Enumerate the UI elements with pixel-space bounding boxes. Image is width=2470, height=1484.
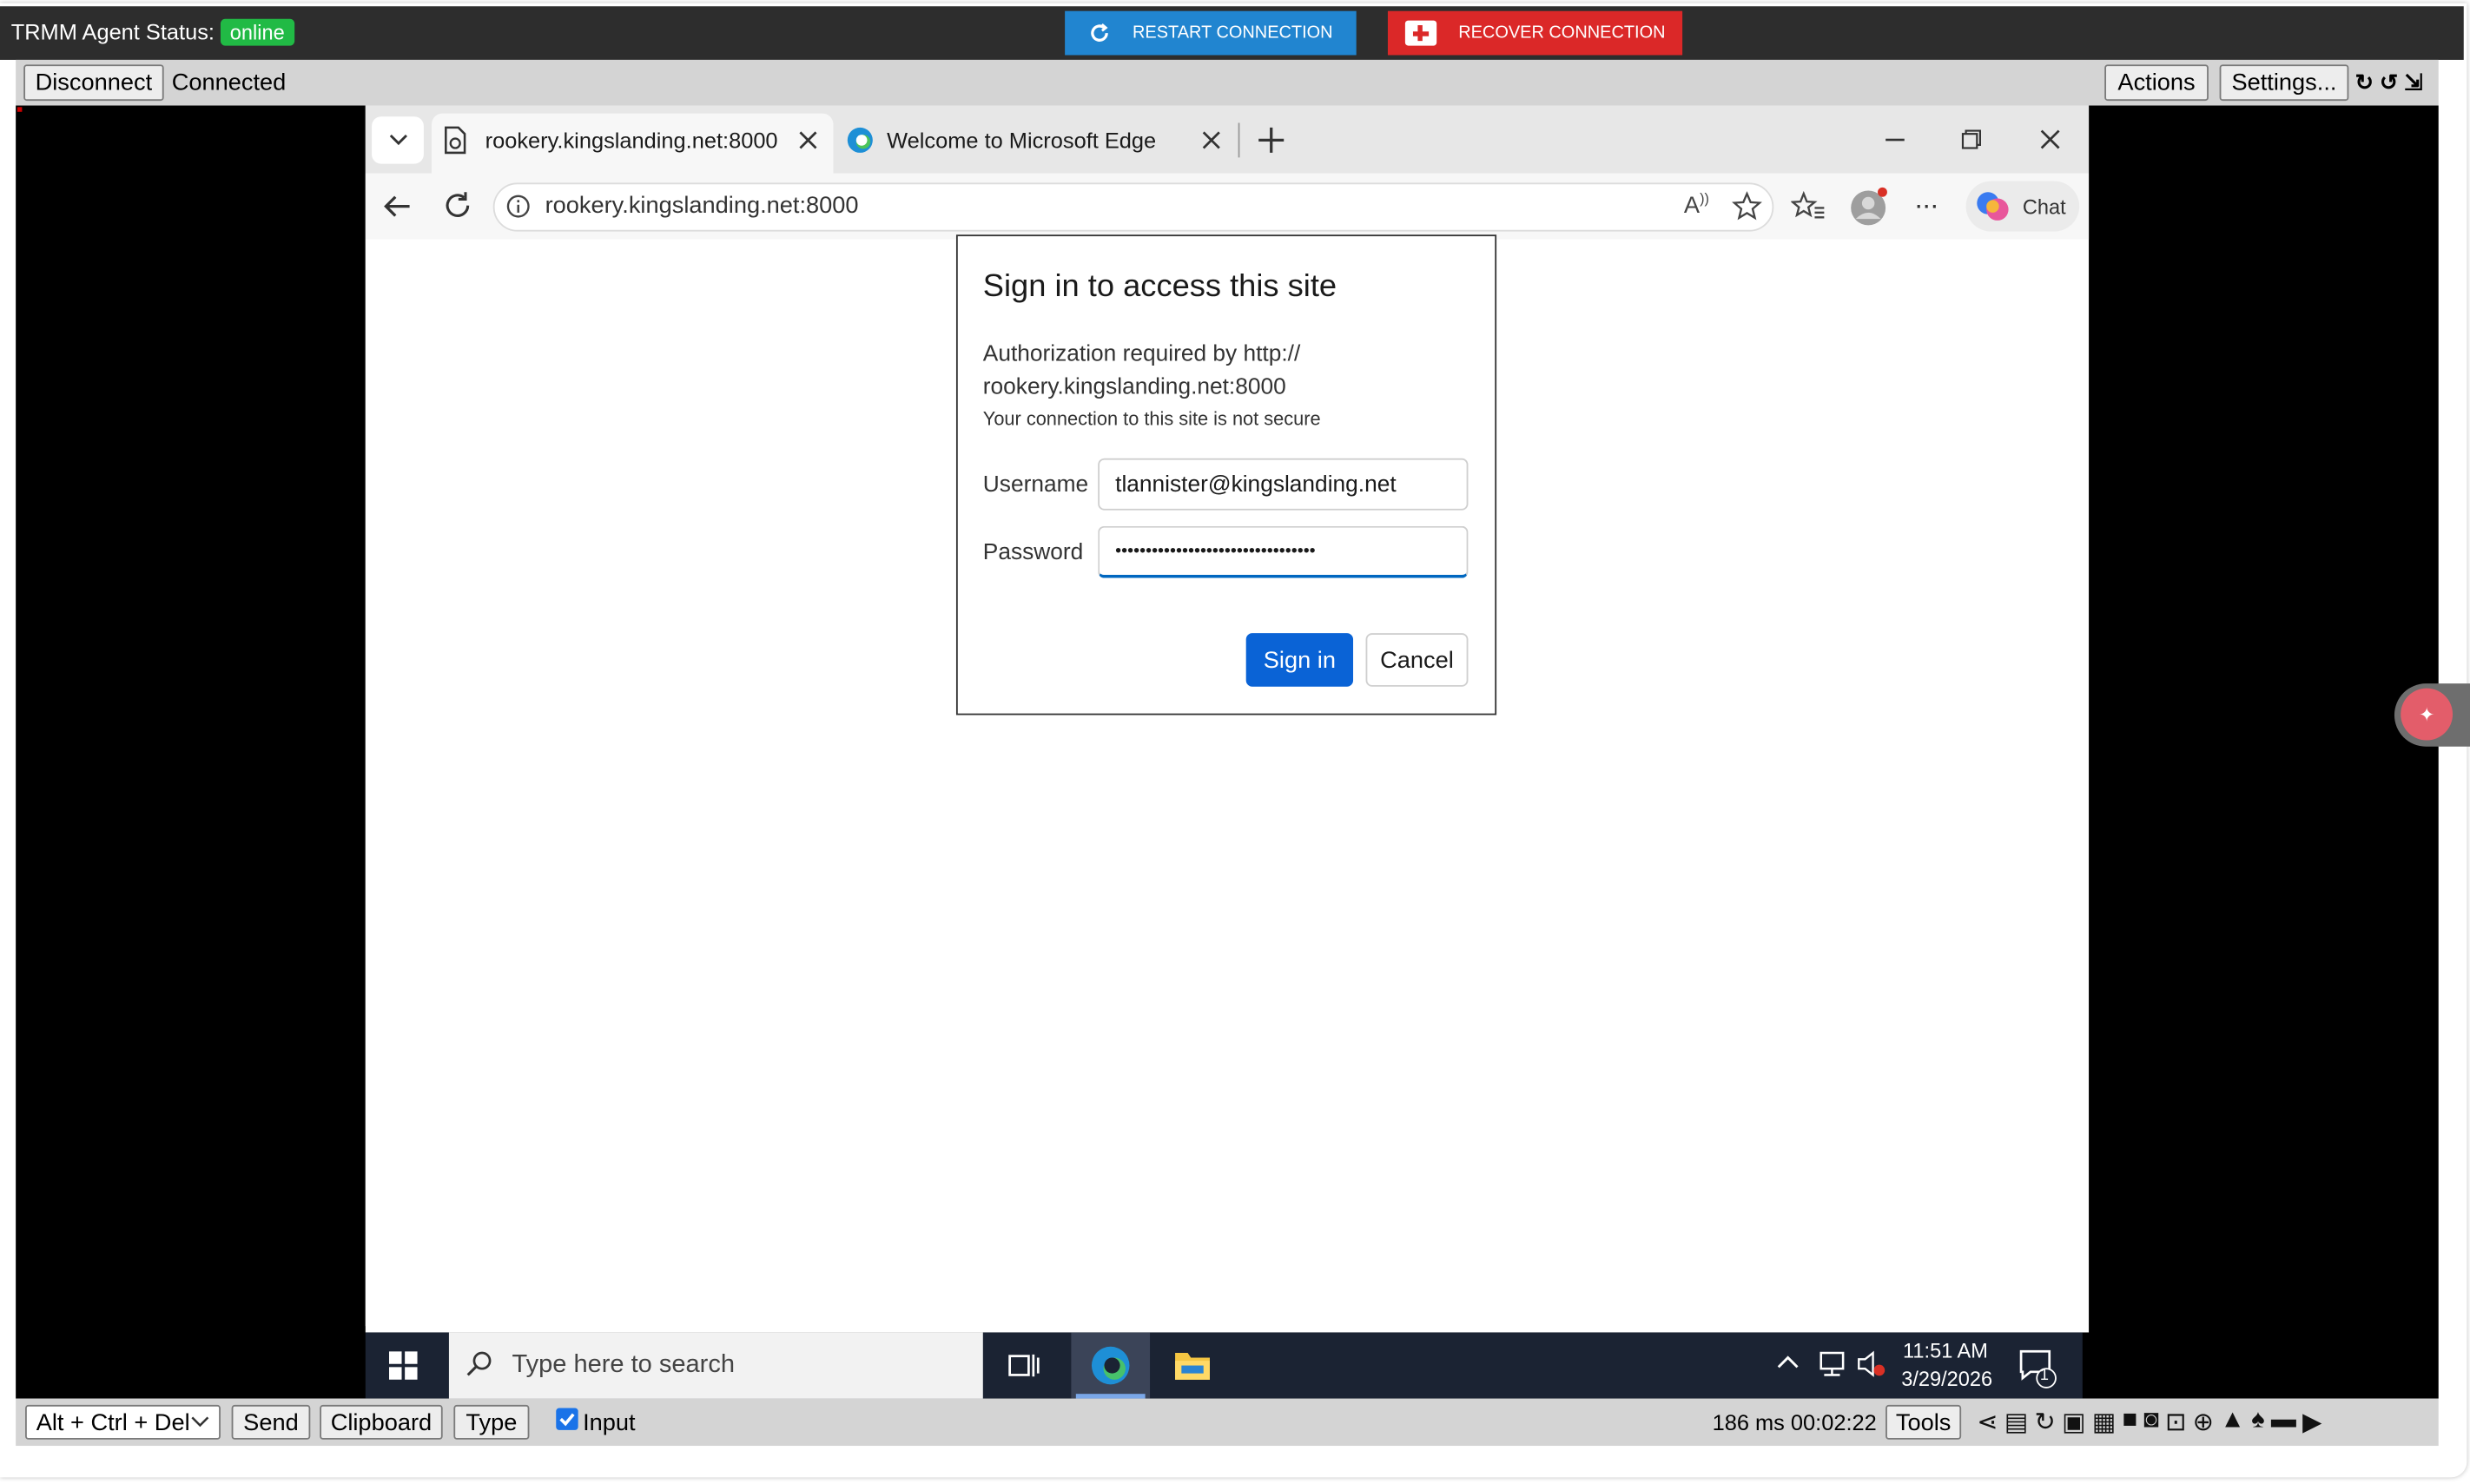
taskbar-search-placeholder: Type here to search	[512, 1351, 735, 1379]
input-label: Input	[583, 1409, 636, 1437]
minimize-icon[interactable]	[1886, 138, 1905, 142]
password-field[interactable]: •••••••••••••••••••••••••••••••••	[1098, 525, 1469, 578]
restore-icon[interactable]	[1961, 129, 1982, 150]
actions-button[interactable]: Actions	[2104, 64, 2209, 102]
refresh-icon[interactable]: ↻	[2035, 1407, 2056, 1438]
restart-label: RESTART CONNECTION	[1132, 23, 1333, 43]
recover-label: RECOVER CONNECTION	[1458, 23, 1666, 43]
info-icon[interactable]	[505, 194, 531, 219]
cursor-marker	[17, 107, 23, 112]
close-tab-icon[interactable]	[799, 131, 818, 150]
sign-in-button[interactable]: Sign in	[1245, 633, 1354, 687]
latency-readout: 186 ms 00:02:22	[1712, 1409, 1877, 1435]
input-checkbox[interactable]	[556, 1408, 578, 1430]
bell-icon[interactable]: ♠	[2251, 1407, 2264, 1438]
scale-icon[interactable]: ⊡	[2165, 1407, 2186, 1438]
url-text: rookery.kingslanding.net:8000	[545, 192, 859, 220]
task-view-icon[interactable]	[1008, 1349, 1040, 1381]
back-icon[interactable]	[381, 192, 413, 221]
settings-button[interactable]: Settings...	[2219, 64, 2349, 102]
auth-message-line1: Authorization required by http://	[982, 341, 1301, 367]
reload-icon[interactable]	[443, 190, 472, 220]
clipboard-button[interactable]: Clipboard	[320, 1404, 443, 1440]
chevron-up-icon[interactable]	[1777, 1355, 1799, 1370]
windows-start-icon[interactable]	[389, 1351, 418, 1380]
dialog-title: Sign in to access this site	[982, 269, 1337, 305]
video-icon[interactable]: ■	[2123, 1407, 2138, 1438]
share-icon[interactable]: ⋖	[1977, 1407, 1998, 1438]
chevron-down-icon	[388, 134, 407, 146]
session-toolbar	[16, 59, 2439, 106]
clock-date: 3/29/2026	[1901, 1367, 1993, 1391]
restart-connection-button[interactable]: RESTART CONNECTION	[1065, 10, 1357, 56]
disconnect-button[interactable]: Disconnect	[23, 64, 164, 102]
key-combo-value: Alt + Ctrl + Del	[36, 1408, 190, 1436]
edge-logo-icon	[847, 127, 873, 153]
new-tab-icon[interactable]	[1257, 126, 1285, 155]
paste-icon[interactable]: ▦	[2092, 1407, 2116, 1438]
auth-message-line2: rookery.kingslanding.net:8000	[982, 374, 1286, 400]
password-label: Password	[982, 540, 1084, 566]
more-menu-icon[interactable]: ···	[1914, 189, 1939, 222]
file-explorer-icon[interactable]	[1173, 1349, 1212, 1383]
translate-icon[interactable]: ✦	[2401, 688, 2453, 741]
notification-count: 1	[2039, 1367, 2049, 1385]
type-button[interactable]: Type	[453, 1404, 530, 1440]
close-tab-icon[interactable]	[1202, 131, 1221, 150]
refresh-icon	[1091, 23, 1108, 42]
monitor-icon[interactable]: ▤	[2004, 1407, 2028, 1438]
tab-title-rookery: rookery.kingslanding.net:8000	[485, 127, 778, 153]
camera-icon[interactable]: ◙	[2143, 1407, 2159, 1438]
volume-muted-icon[interactable]	[1856, 1349, 1887, 1378]
checkmark-icon	[559, 1413, 575, 1427]
favorite-star-icon[interactable]	[1731, 190, 1762, 221]
favorites-icon[interactable]	[1791, 190, 1826, 221]
play-icon[interactable]: ▶	[2302, 1407, 2321, 1438]
globe-icon[interactable]: ⊕	[2193, 1407, 2214, 1438]
tab-title-welcome[interactable]: Welcome to Microsoft Edge	[887, 128, 1156, 153]
insecure-warning: Your connection to this site is not secu…	[982, 407, 1321, 431]
username-field[interactable]: tlannister@kingslanding.net	[1098, 458, 1469, 511]
agent-status-label: TRMM Agent Status:	[10, 18, 215, 44]
close-window-icon[interactable]	[2040, 129, 2061, 150]
send-button[interactable]: Send	[231, 1404, 311, 1440]
key-combo-select[interactable]: Alt + Ctrl + Del	[25, 1404, 221, 1440]
tool-icons: ⋖ ▤ ↻ ▣ ▦ ■ ◙ ⊡ ⊕ ▲ ♠ ▬ ▶	[1977, 1407, 2321, 1438]
screenshot-root: TRMM Agent Status: online RESTART CONNEC…	[0, 0, 2470, 1484]
chat-icon[interactable]: ▬	[2271, 1407, 2296, 1438]
copilot-icon	[1977, 192, 2009, 221]
network-icon[interactable]	[1816, 1349, 1847, 1378]
search-icon	[466, 1351, 492, 1376]
medkit-icon	[1404, 20, 1436, 46]
tools-button[interactable]: Tools	[1886, 1404, 1962, 1440]
read-aloud-icon[interactable]: A))	[1684, 190, 1709, 219]
lock-icon[interactable]: ▲	[2220, 1407, 2245, 1438]
file-icon[interactable]: ▣	[2062, 1407, 2085, 1438]
status-badge: online	[220, 18, 294, 46]
chat-label: Chat	[2022, 195, 2066, 220]
page-icon	[445, 126, 466, 155]
notification-icon[interactable]	[2018, 1349, 2058, 1389]
profile-avatar-icon[interactable]	[1848, 186, 1889, 227]
view-control-icons[interactable]: ↻ ↺ ⇲	[2355, 69, 2423, 96]
cancel-button[interactable]: Cancel	[1365, 633, 1469, 687]
username-label: Username	[982, 472, 1089, 498]
connection-state: Connected	[171, 69, 287, 96]
tab-actions-button[interactable]	[372, 116, 424, 164]
chevron-down-icon	[191, 1416, 209, 1428]
recover-connection-button[interactable]: RECOVER CONNECTION	[1387, 10, 1683, 56]
clock-time: 11:51 AM	[1903, 1338, 1988, 1362]
tab-separator	[1238, 122, 1240, 158]
edge-taskbar-icon	[1091, 1346, 1130, 1385]
